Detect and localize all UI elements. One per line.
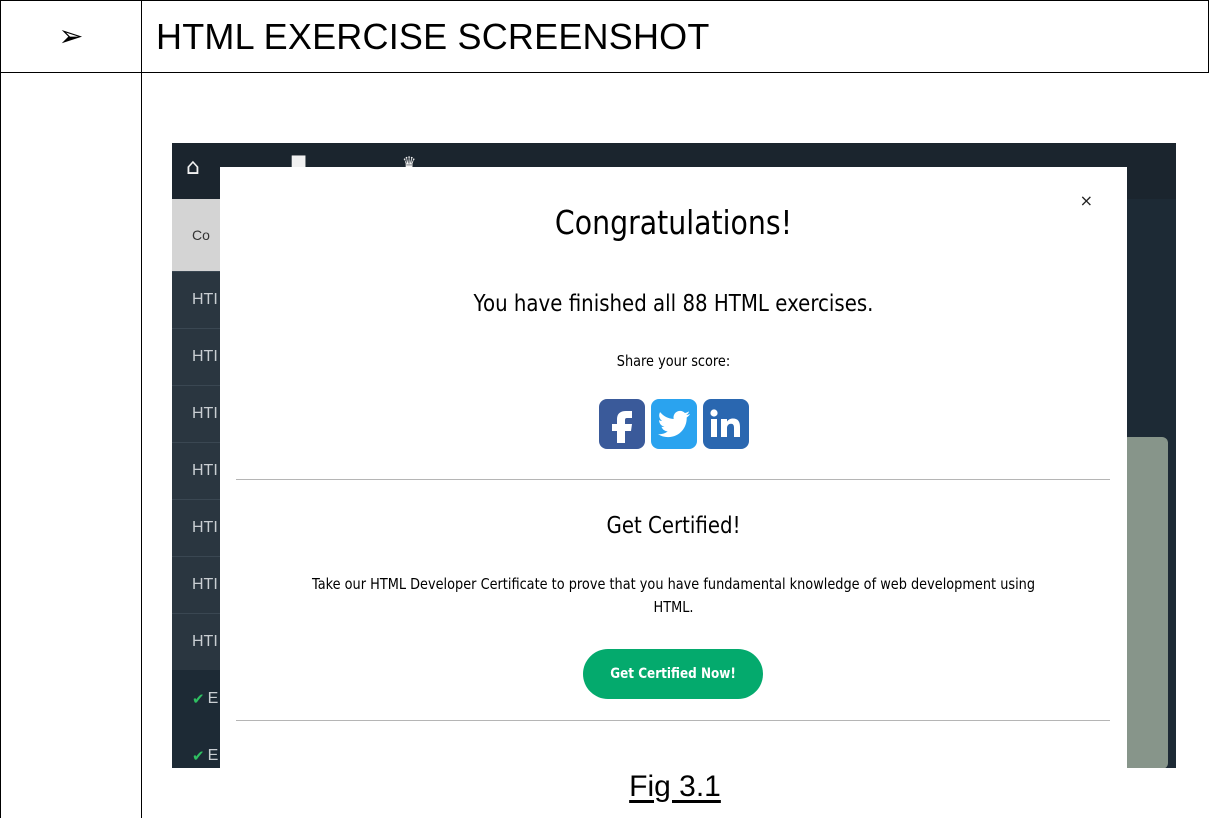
share-label: Share your score: [616, 352, 731, 370]
sidebar-current-label: Co [192, 227, 210, 243]
finished-message: You have finished all 88 HTML exercises. [473, 291, 874, 317]
table-row-divider [0, 72, 1209, 73]
get-certified-button[interactable]: Get Certified Now! [583, 649, 763, 699]
cert-description: Take our HTML Developer Certificate to p… [311, 575, 1036, 616]
congratulations-modal: × Congratulations! You have finished all… [220, 167, 1127, 768]
sidebar-completed-label: E [207, 689, 219, 707]
modal-divider [236, 479, 1110, 480]
table-column-divider [141, 0, 142, 818]
check-icon: ✔ [192, 689, 205, 708]
bullet-cell: ➢ [1, 1, 141, 72]
sidebar-completed-label: E [207, 746, 219, 764]
arrow-bullet-icon: ➢ [58, 18, 84, 54]
check-icon: ✔ [192, 746, 205, 765]
linkedin-icon[interactable] [702, 399, 749, 449]
cert-title: Get Certified! [606, 513, 741, 539]
sidebar-item-label: HTI [192, 348, 218, 365]
side-panel [1122, 437, 1168, 768]
modal-divider [236, 720, 1110, 721]
figure-caption: Fig 3.1 [629, 770, 721, 803]
sidebar-item-label: HTI [192, 462, 218, 479]
facebook-icon[interactable] [598, 399, 645, 449]
twitter-icon[interactable] [650, 399, 697, 449]
sidebar-item-label: HTI [192, 519, 218, 536]
table-border-left [0, 0, 1, 818]
home-icon[interactable]: ⌂ [186, 157, 200, 179]
sidebar-item-label: HTI [192, 633, 218, 650]
sidebar-item-label: HTI [192, 291, 218, 308]
sidebar-item-label: HTI [192, 405, 218, 422]
heading-cell: HTML EXERCISE SCREENSHOT [142, 1, 1208, 72]
get-certified-button-label: Get Certified Now! [610, 666, 736, 682]
share-icons [220, 399, 1127, 449]
modal-title: Congratulations! [554, 203, 793, 242]
close-icon[interactable]: × [1080, 191, 1093, 210]
sidebar-item-label: HTI [192, 576, 218, 593]
document-heading: HTML EXERCISE SCREENSHOT [156, 15, 710, 57]
exercise-screenshot: ⌂ ■ ♛ Co HTI HTI HTI HTI HTI HTI HTI ✔ E… [172, 143, 1176, 768]
